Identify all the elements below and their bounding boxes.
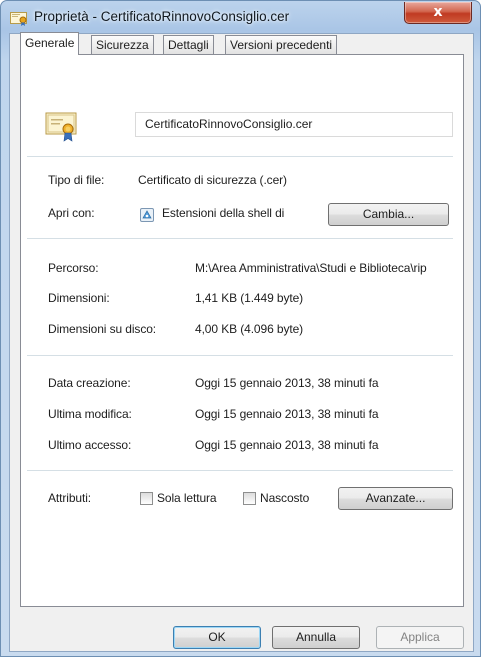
- file-name-field[interactable]: CertificatoRinnovoConsiglio.cer: [135, 112, 453, 137]
- change-button[interactable]: Cambia...: [328, 203, 449, 226]
- properties-dialog: Proprietà - CertificatoRinnovoConsiglio.…: [0, 0, 481, 657]
- advanced-button[interactable]: Avanzate...: [338, 487, 453, 510]
- path-label: Percorso:: [48, 261, 99, 275]
- separator: [27, 355, 453, 356]
- accessed-label: Ultimo accesso:: [48, 438, 132, 452]
- size-value: 1,41 KB (1.449 byte): [195, 291, 304, 305]
- disk-size-label: Dimensioni su disco:: [48, 322, 157, 336]
- separator: [27, 156, 453, 157]
- readonly-label[interactable]: Sola lettura: [157, 491, 217, 505]
- open-with-value: Estensioni della shell di: [162, 206, 285, 220]
- tab-generale[interactable]: Generale: [20, 32, 80, 55]
- ok-button[interactable]: OK: [173, 626, 261, 649]
- certificate-icon: [10, 12, 27, 26]
- certificate-file-icon: [45, 112, 77, 142]
- tab-versioni-precedenti[interactable]: Versioni precedenti: [225, 35, 338, 54]
- type-label: Tipo di file:: [48, 173, 105, 187]
- accessed-value: Oggi 15 gennaio 2013, 38 minuti fa: [195, 438, 379, 452]
- readonly-checkbox[interactable]: [140, 492, 153, 505]
- attributes-label: Attributi:: [48, 491, 92, 505]
- title-bar[interactable]: Proprietà - CertificatoRinnovoConsiglio.…: [1, 1, 480, 33]
- created-label: Data creazione:: [48, 376, 131, 390]
- open-with-label: Apri con:: [48, 206, 95, 220]
- path-value-clip: M:\Area Amministrativa\Studi e Bibliotec…: [195, 261, 456, 277]
- window-title: Proprietà - CertificatoRinnovoConsiglio.…: [34, 9, 290, 24]
- path-value[interactable]: M:\Area Amministrativa\Studi e Bibliotec…: [195, 261, 427, 275]
- hidden-label[interactable]: Nascosto: [260, 491, 309, 505]
- shell-extension-icon: [140, 208, 154, 222]
- disk-size-value: 4,00 KB (4.096 byte): [195, 322, 304, 336]
- type-value: Certificato di sicurezza (.cer): [138, 173, 287, 187]
- separator: [27, 238, 453, 239]
- close-icon: x: [433, 4, 443, 20]
- size-label: Dimensioni:: [48, 291, 110, 305]
- close-button[interactable]: x: [404, 2, 472, 24]
- tab-sicurezza[interactable]: Sicurezza: [91, 35, 154, 54]
- created-value: Oggi 15 gennaio 2013, 38 minuti fa: [195, 376, 379, 390]
- separator: [27, 470, 453, 471]
- cancel-button[interactable]: Annulla: [272, 626, 360, 649]
- apply-button[interactable]: Applica: [376, 626, 464, 649]
- hidden-checkbox[interactable]: [243, 492, 256, 505]
- tab-dettagli[interactable]: Dettagli: [163, 35, 214, 54]
- modified-label: Ultima modifica:: [48, 407, 132, 421]
- modified-value: Oggi 15 gennaio 2013, 38 minuti fa: [195, 407, 379, 421]
